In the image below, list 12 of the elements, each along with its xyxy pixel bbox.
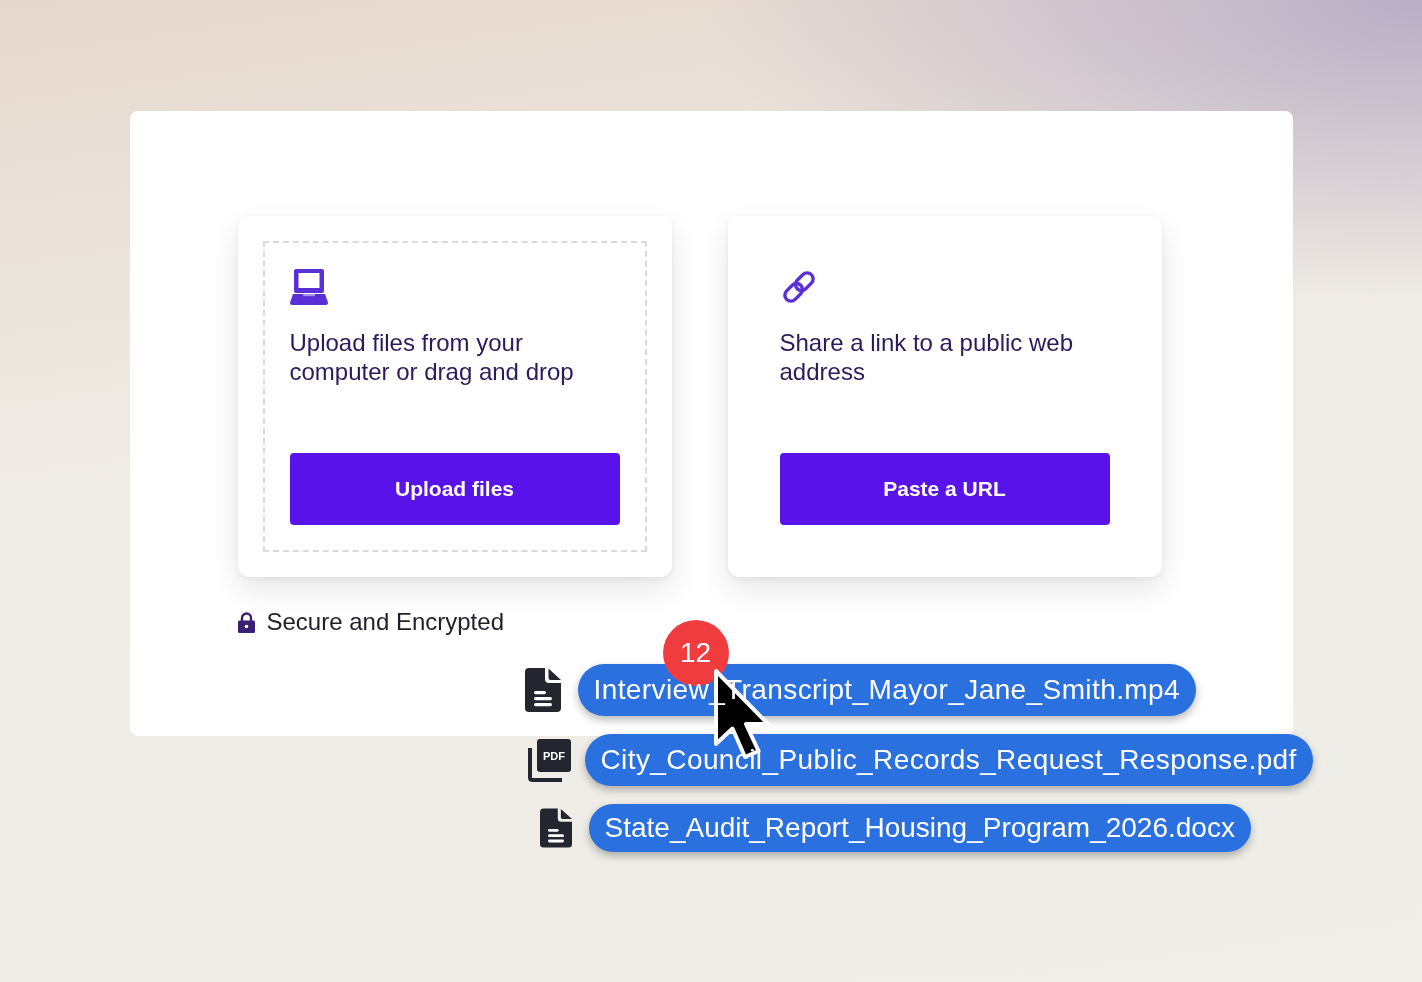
lock-icon: [237, 611, 255, 633]
paste-url-button[interactable]: Paste a URL: [779, 453, 1110, 525]
security-note: Secure and Encrypted: [266, 607, 504, 637]
document-icon: [539, 808, 572, 848]
drop-zone[interactable]: Upload files from your computer or drag and drop Upload files: [262, 241, 647, 552]
dragged-file-chip: City_Council_Public_Records_Request_Response.pdf: [584, 734, 1313, 786]
laptop-icon: [289, 268, 328, 306]
option-description: Upload files from your computer or drag and drop: [289, 328, 575, 386]
dragged-file-chip: State_Audit_Report_Housing_Program_2026.docx: [588, 804, 1251, 852]
option-description: Share a link to a public web address: [779, 328, 1074, 386]
upload-files-button[interactable]: Upload files: [289, 453, 620, 525]
document-icon: [524, 668, 561, 712]
